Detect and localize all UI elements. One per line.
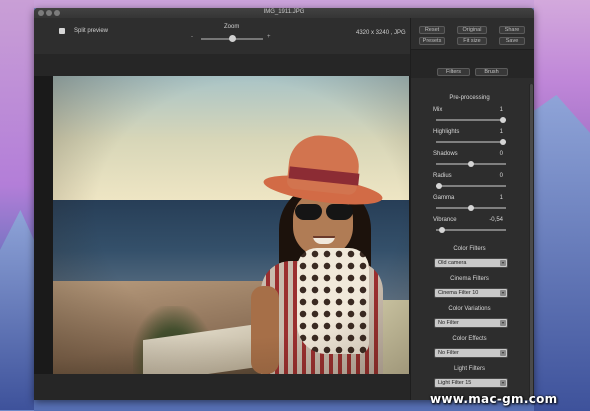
filter-select[interactable]: Light Filter 15 ▾ [434,378,508,388]
mountain-left [0,210,34,410]
zoom-label: Zoom [224,24,240,30]
filter-group-title: Color Filters [453,246,486,252]
adjustment-slider-track[interactable] [436,185,506,187]
preprocessing-title: Pre-processing [449,95,490,101]
filter-select-value: Cinema Filter 10 [438,290,479,296]
filter-select[interactable]: Cinema Filter 10 ▾ [434,288,508,298]
filter-group-title: Color Variations [448,306,491,312]
filter-select-value: Light Filter 15 [438,380,472,386]
filter-group-title: Light Filters [453,366,485,372]
title-bar[interactable]: IMG_1911.JPG [34,8,534,18]
adjustment-slider-thumb[interactable] [468,205,474,211]
app-window: IMG_1911.JPG Split preview Zoom - + 4320… [34,8,534,400]
zoom-out-icon[interactable]: - [191,34,193,40]
adjustment-slider-track[interactable] [436,119,506,121]
fit-size-button[interactable]: Fit size [457,37,487,45]
adjustment-label: Radius [433,173,452,179]
presets-button[interactable]: Presets [419,37,445,45]
toolbar: Split preview Zoom - + 4320 x 3240 , JPG [34,18,410,54]
chevron-down-icon: ▾ [500,350,506,356]
mountain-right [534,95,590,411]
adjustment-label: Shadows [433,151,458,157]
panel-scrollbar[interactable] [529,84,534,400]
filter-group-title: Cinema Filters [450,276,489,282]
adjustment-label: Mix [433,107,443,113]
chevron-down-icon: ▾ [500,320,506,326]
photo-vignette [53,76,409,374]
chevron-down-icon: ▾ [500,290,506,296]
adjustment-value: -0,54 [489,217,503,223]
zoom-in-icon[interactable]: + [267,34,271,40]
original-button[interactable]: Original [457,26,487,34]
watermark-text: www.mac-gm.com [430,392,558,406]
image-dimensions: 4320 x 3240 , JPG [356,30,406,36]
adjustment-label: Gamma [433,195,455,201]
preview-photo[interactable] [53,76,409,374]
canvas-bottom-margin [34,374,410,400]
filter-select[interactable]: Old camera ▾ [434,258,508,268]
adjustment-slider-thumb[interactable] [500,139,506,145]
adjustment-slider-thumb[interactable] [468,161,474,167]
canvas-top-margin [34,54,410,76]
share-button[interactable]: Share [499,26,525,34]
split-preview-checkbox[interactable] [59,28,65,34]
adjustment-slider-thumb[interactable] [500,117,506,123]
adjustment-label: Vibrance [433,217,457,223]
filter-select[interactable]: No Filter ▾ [434,318,508,328]
desktop-wallpaper-top [34,0,534,8]
split-preview-label: Split preview [74,28,109,34]
adjustment-slider-track[interactable] [436,141,506,143]
tab-filters[interactable]: Filters [437,68,470,76]
filter-select[interactable]: No Filter ▾ [434,348,508,358]
filter-select-value: No Filter [438,320,459,326]
filter-select-value: No Filter [438,350,459,356]
adjustments-panel: Reset Original Share Presets Fit size Sa… [410,18,534,400]
panel-scroll-thumb[interactable] [530,84,533,400]
reset-button[interactable]: Reset [419,26,445,34]
adjustment-slider-thumb[interactable] [439,227,446,233]
adjustment-value: 1 [499,107,503,113]
adjustment-label: Highlights [433,129,460,135]
chevron-down-icon: ▾ [500,260,506,266]
save-button[interactable]: Save [499,37,525,45]
adjustment-value: 1 [499,195,503,201]
window-title: IMG_1911.JPG [263,9,305,15]
adjustment-value: 1 [499,129,503,135]
adjustment-value: 0 [499,173,503,179]
adjustment-slider-track[interactable] [436,229,506,231]
tab-bar [411,50,534,78]
zoom-slider-thumb[interactable] [228,35,236,42]
tab-brush[interactable]: Brush [475,68,508,76]
adjustment-slider-thumb[interactable] [436,183,442,189]
filter-group-title: Color Effects [452,336,487,342]
adjustment-value: 0 [499,151,503,157]
chevron-down-icon: ▾ [500,380,506,386]
filter-select-value: Old camera [438,260,467,266]
